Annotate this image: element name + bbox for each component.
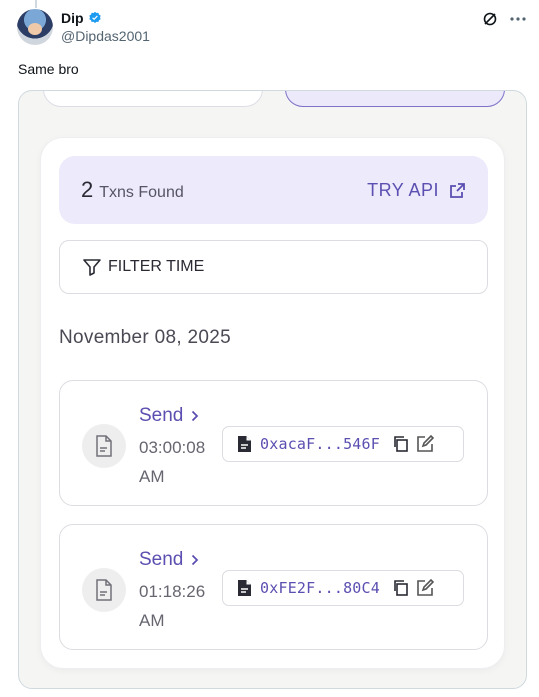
author-handle[interactable]: @Dipdas2001	[61, 28, 150, 44]
document-icon	[82, 424, 126, 468]
txn-count: 2	[81, 177, 94, 202]
txn-hash-chip[interactable]: 0xFE2F...80C4	[222, 570, 464, 606]
txn-hash[interactable]: 0xFE2F...80C4	[260, 579, 380, 597]
txn-type-link[interactable]: Send	[139, 405, 199, 427]
filter-funnel-icon	[83, 259, 101, 276]
txn-card[interactable]: Send 01:18:26 AM 0xFE2F...80C4	[59, 524, 488, 650]
author-name[interactable]: Dip	[61, 10, 84, 26]
filter-time-button[interactable]: FILTER TIME	[59, 240, 488, 294]
date-heading: November 08, 2025	[59, 327, 231, 348]
tweet-top-actions	[481, 10, 527, 28]
try-api-label: TRY API	[367, 179, 439, 200]
txn-time: 03:00:08 AM	[139, 438, 206, 486]
avatar[interactable]	[17, 9, 53, 45]
txn-type-label: Send	[139, 549, 184, 570]
thread-connector-line	[35, 0, 37, 8]
edit-note-icon[interactable]	[416, 435, 434, 453]
edit-note-icon[interactable]	[416, 579, 434, 597]
txns-found-bar: 2 Txns Found TRY API	[59, 156, 488, 224]
txn-type-label: Send	[139, 405, 184, 426]
verified-badge-icon	[88, 11, 101, 23]
txn-hash[interactable]: 0xacaF...546F	[260, 435, 380, 453]
more-options-icon[interactable]	[509, 10, 527, 28]
tweet-text: Same bro	[18, 61, 79, 77]
txn-found-label: Txns Found	[99, 184, 184, 201]
try-api-link[interactable]: TRY API	[367, 180, 466, 201]
file-icon	[238, 436, 251, 452]
author-block: Dip @Dipdas2001	[61, 9, 150, 44]
copy-icon[interactable]	[392, 579, 410, 597]
transactions-panel: 2 Txns Found TRY API FILTER TIME Novembe…	[41, 138, 504, 668]
grok-icon[interactable]	[481, 10, 499, 28]
external-link-icon	[450, 182, 465, 198]
txn-time: 01:18:26 AM	[139, 582, 206, 630]
txn-hash-chip[interactable]: 0xacaF...546F	[222, 426, 464, 462]
txn-type-link[interactable]: Send	[139, 549, 199, 571]
txn-card[interactable]: Send 03:00:08 AM 0xacaF...546F	[59, 380, 488, 506]
cropped-tab-left	[43, 91, 263, 107]
chevron-right-icon	[192, 554, 199, 566]
copy-icon[interactable]	[392, 435, 410, 453]
chevron-right-icon	[192, 410, 199, 422]
tweet-media-image[interactable]: 2 Txns Found TRY API FILTER TIME Novembe…	[18, 90, 527, 689]
document-icon	[82, 568, 126, 612]
filter-time-label: FILTER TIME	[108, 258, 205, 275]
cropped-tab-right-active	[285, 91, 505, 107]
file-icon	[238, 580, 251, 596]
